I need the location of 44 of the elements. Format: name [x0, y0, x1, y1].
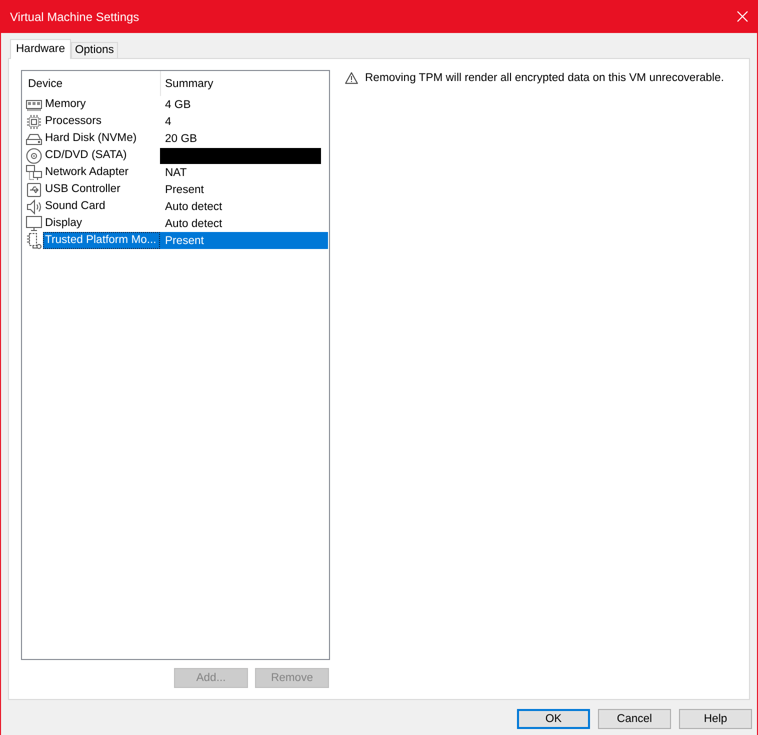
disc-icon [26, 148, 42, 164]
window-title: Virtual Machine Settings [10, 10, 140, 24]
device-name: Sound Card [44, 199, 106, 214]
device-name: Network Adapter [44, 165, 130, 180]
column-header[interactable]: Device [22, 78, 160, 90]
chip-icon [26, 114, 42, 130]
device-name: USB Controller [44, 182, 122, 197]
device-name: Processors [44, 114, 103, 129]
usb-icon [26, 182, 42, 198]
device-summary: 4 GB [164, 98, 191, 110]
device-summary: NAT [164, 166, 187, 178]
device-row[interactable]: Display Auto detect [43, 215, 328, 232]
device-summary: Auto detect [164, 218, 222, 230]
speaker-icon [26, 198, 42, 214]
chip-key-icon [26, 232, 42, 248]
device-name: Display [44, 216, 84, 231]
device-row[interactable]: Trusted Platform Mo... Present [43, 232, 328, 249]
device-name: CD/DVD (SATA) [44, 148, 128, 163]
device-row[interactable]: Processors 4 [43, 113, 328, 130]
device-row[interactable]: Hard Disk (NVMe) 20 GB [43, 130, 328, 147]
device-name: Memory [44, 97, 87, 112]
tab[interactable]: Options [70, 42, 118, 59]
device-row[interactable]: Sound Card Auto detect [43, 198, 328, 215]
monitor-icon [26, 216, 42, 232]
help-button[interactable]: Help [679, 709, 752, 729]
device-row[interactable]: USB Controller Present [43, 181, 328, 198]
device-name: Hard Disk (NVMe) [44, 131, 138, 146]
column-header[interactable]: Summary [161, 78, 214, 90]
device-summary: Present [164, 184, 204, 196]
device-summary: 20 GB [164, 132, 198, 144]
device-summary: 4 [164, 116, 172, 128]
device-summary: Present [164, 234, 204, 246]
warning-icon [345, 72, 358, 84]
device-row[interactable]: Memory 4 GB [43, 96, 328, 113]
device-row[interactable]: CD/DVD (SATA) [43, 147, 328, 164]
close-icon[interactable] [737, 11, 748, 22]
device-row[interactable]: Network Adapter NAT [43, 164, 328, 181]
ok-button[interactable]: OK [517, 709, 590, 729]
cancel-button[interactable]: Cancel [598, 709, 671, 729]
network-monitors-icon [26, 164, 42, 180]
device-name: Trusted Platform Mo... [43, 232, 160, 249]
warning-message: Removing TPM will render all encrypted data on this VM unrecoverable. [365, 72, 724, 84]
tab[interactable]: Hardware [10, 39, 71, 59]
device-summary: Auto detect [164, 200, 222, 212]
